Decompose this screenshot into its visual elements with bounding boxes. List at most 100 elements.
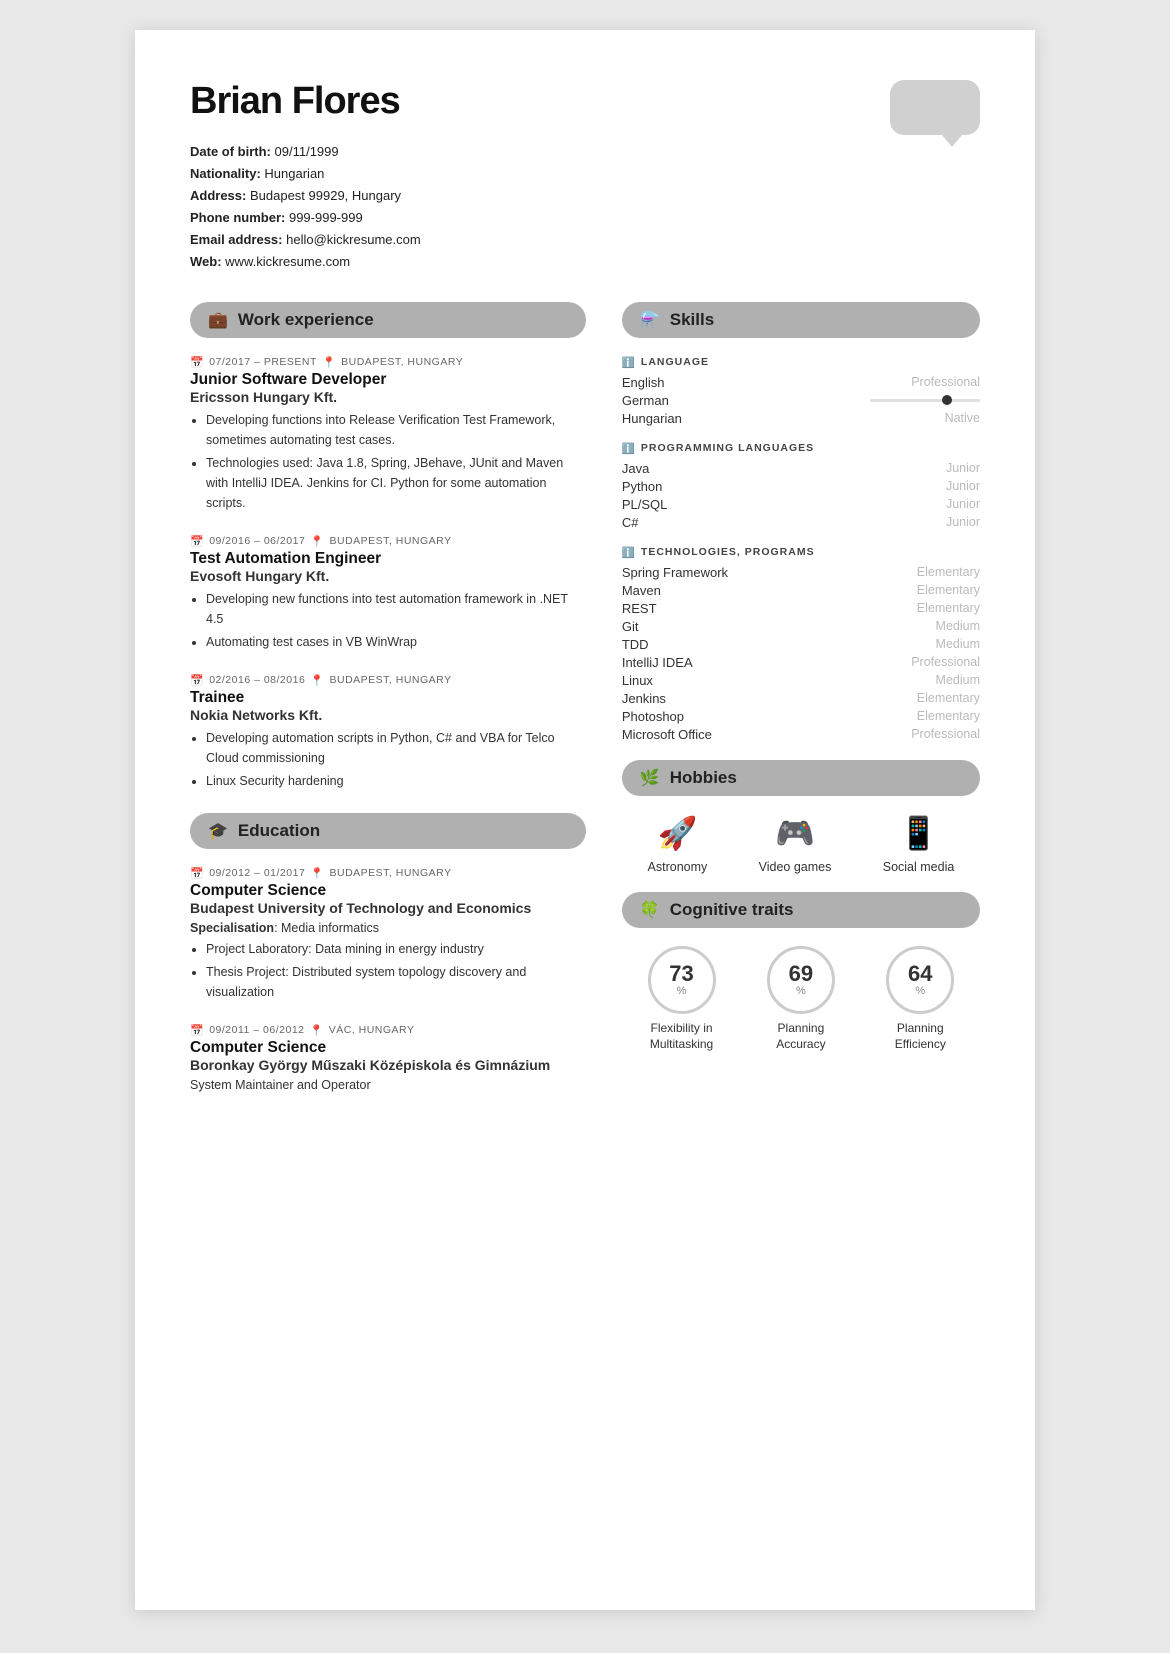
cognitive-traits-header: 🍀 Cognitive traits [622,892,980,928]
work-entry-1: 📅 07/2017 – PRESENT 📍 BUDAPEST, HUNGARY … [190,356,586,513]
skill-plsql: PL/SQL Junior [622,497,980,512]
trait-pct-3: % [915,985,925,997]
trait-circle-3: 64 % [886,946,954,1014]
skill-python: Python Junior [622,479,980,494]
cognitive-section-label: Cognitive traits [670,900,794,920]
skill-linux: Linux Medium [622,673,980,688]
web-row: Web: www.kickresume.com [190,251,980,273]
socialmedia-icon: 📱 [899,814,939,852]
skill-spring: Spring Framework Elementary [622,565,980,580]
company-1: Ericsson Hungary Kft. [190,389,586,405]
language-category: ℹ️ LANGUAGE English Professional German [622,356,980,426]
videogames-label: Video games [759,860,832,874]
lang-english-name: English [622,375,665,390]
language-cat-label: ℹ️ LANGUAGE [622,356,980,369]
trait-accuracy: 69 % Planning Accuracy [756,946,846,1054]
skills-section: ⚗️ Skills ℹ️ LANGUAGE English Profession… [622,302,980,742]
trait-flexibility: 73 % Flexibility in Multitasking [637,946,727,1054]
phone-label: Phone number: [190,210,285,225]
location-icon-1: 📍 [322,356,336,369]
calendar-icon-3: 📅 [190,674,204,687]
trait-num-3: 64 [908,963,932,985]
edu-degree-1: Computer Science [190,882,586,900]
left-column: 💼 Work experience 📅 07/2017 – PRESENT 📍 … [190,302,586,1114]
work-date-2: 09/2016 – 06/2017 [209,535,305,547]
work-experience-header: 💼 Work experience [190,302,586,338]
cal-icon-edu-1: 📅 [190,867,204,880]
prog-lang-cat-label: ℹ️ PROGRAMMING LANGUAGES [622,442,980,455]
edu-location-2: VÁC, HUNGARY [329,1024,415,1036]
cognitive-traits-section: 🍀 Cognitive traits 73 % Flexibility in M… [622,892,980,1054]
calendar-icon-1: 📅 [190,356,204,369]
nationality-row: Nationality: Hungarian [190,163,980,185]
tech-category: ℹ️ TECHNOLOGIES, PROGRAMS Spring Framewo… [622,546,980,742]
hobbies-icon: 🌿 [640,768,660,788]
nationality-value: Hungarian [264,166,324,181]
trait-circle-1: 73 % [648,946,716,1014]
dob-row: Date of birth: 09/11/1999 [190,141,980,163]
socialmedia-label: Social media [883,860,955,874]
cal-icon-edu-2: 📅 [190,1024,204,1037]
lang-hungarian-name: Hungarian [622,411,682,426]
spec-label: Specialisation [190,921,274,935]
info-icon-lang: ℹ️ [622,356,636,369]
german-bar-dot [942,395,952,405]
trait-circle-2: 69 % [767,946,835,1014]
bullet-2-1: Automating test cases in VB WinWrap [206,632,586,652]
resume-page: Brian Flores Date of birth: 09/11/1999 N… [135,30,1035,1610]
cognitive-row: 73 % Flexibility in Multitasking 69 % Pl… [622,946,980,1054]
edu-institution-1: Budapest University of Technology and Ec… [190,900,586,916]
address-row: Address: Budapest 99929, Hungary [190,185,980,207]
german-bar [870,399,980,402]
edu-institution-2: Boronkay György Műszaki Középiskola és G… [190,1057,586,1073]
edu-location-1: BUDAPEST, HUNGARY [330,867,452,879]
phone-value: 999-999-999 [289,210,363,225]
edu-meta-1: 📅 09/2012 – 01/2017 📍 BUDAPEST, HUNGARY [190,867,586,880]
trait-pct-2: % [796,985,806,997]
edu-meta-2: 📅 09/2011 – 06/2012 📍 VÁC, HUNGARY [190,1024,586,1037]
work-entry-3: 📅 02/2016 – 08/2016 📍 BUDAPEST, HUNGARY … [190,674,586,791]
briefcase-icon: 💼 [208,310,228,330]
prog-lang-category: ℹ️ PROGRAMMING LANGUAGES Java Junior Pyt… [622,442,980,530]
bullets-3: Developing automation scripts in Python,… [190,728,586,791]
education-section: 🎓 Education 📅 09/2012 – 01/2017 📍 BUDAPE… [190,813,586,1092]
education-section-label: Education [238,821,320,841]
dob-label: Date of birth: [190,144,271,159]
skill-english: English Professional [622,375,980,390]
education-header: 🎓 Education [190,813,586,849]
skill-tdd: TDD Medium [622,637,980,652]
edu-bullets-1: Project Laboratory: Data mining in energ… [190,939,586,1002]
graduation-icon: 🎓 [208,821,228,841]
edu-date-1: 09/2012 – 01/2017 [209,867,305,879]
hobbies-section-label: Hobbies [670,768,737,788]
hobby-videogames: 🎮 Video games [759,814,832,874]
dob-value: 09/11/1999 [275,144,339,159]
address-value: Budapest 99929, Hungary [250,188,401,203]
edu-date-2: 09/2011 – 06/2012 [209,1024,304,1036]
edu-entry-2: 📅 09/2011 – 06/2012 📍 VÁC, HUNGARY Compu… [190,1024,586,1092]
videogames-icon: 🎮 [775,814,815,852]
lang-english-level: Professional [911,375,980,389]
info-icon-prog: ℹ️ [622,442,636,455]
skills-header: ⚗️ Skills [622,302,980,338]
skill-git: Git Medium [622,619,980,634]
lang-hungarian-level: Native [945,411,980,425]
loc-icon-edu-1: 📍 [310,867,324,880]
skill-hungarian: Hungarian Native [622,411,980,426]
tech-cat-label: ℹ️ TECHNOLOGIES, PROGRAMS [622,546,980,559]
loc-icon-edu-2: 📍 [310,1024,324,1037]
speech-bubble [890,80,980,135]
work-meta-3: 📅 02/2016 – 08/2016 📍 BUDAPEST, HUNGARY [190,674,586,687]
skill-intellij: IntelliJ IDEA Professional [622,655,980,670]
hobbies-row: 🚀 Astronomy 🎮 Video games 📱 Social media [622,814,980,874]
skills-icon: ⚗️ [640,310,660,330]
trait-efficiency: 64 % Planning Efficiency [875,946,965,1054]
skill-photoshop: Photoshop Elementary [622,709,980,724]
bullet-3-0: Developing automation scripts in Python,… [206,728,586,768]
work-location-2: BUDAPEST, HUNGARY [330,535,452,547]
job-title-2: Test Automation Engineer [190,550,586,568]
two-col-layout: 💼 Work experience 📅 07/2017 – PRESENT 📍 … [190,302,980,1114]
work-date-1: 07/2017 – PRESENT [209,356,317,368]
hobbies-header: 🌿 Hobbies [622,760,980,796]
location-icon-3: 📍 [310,674,324,687]
